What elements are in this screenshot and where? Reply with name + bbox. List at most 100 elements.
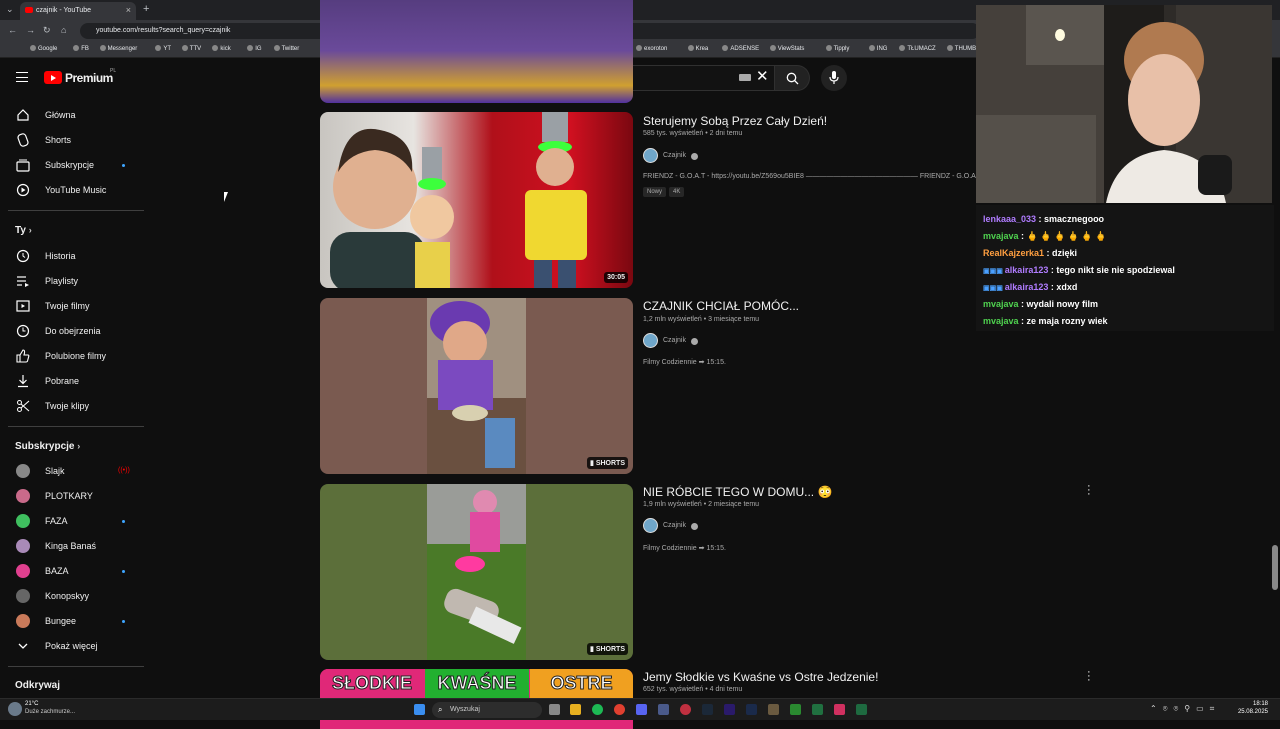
keyboard-icon[interactable] [739, 74, 751, 81]
excel-icon[interactable] [812, 704, 823, 715]
bookmark-item[interactable]: kick [212, 45, 231, 52]
home-icon[interactable]: ⌂ [61, 25, 66, 35]
video-thumbnail[interactable]: 30:05 [320, 112, 633, 288]
subscriptions-heading[interactable]: Subskrypcje › [15, 441, 80, 452]
sidebar-subscription-item[interactable]: FAZA [0, 509, 140, 533]
new-tab-icon[interactable]: + [143, 3, 149, 15]
photoshop-icon[interactable] [746, 704, 757, 715]
sidebar-item-youtube-music[interactable]: YouTube Music [0, 178, 140, 202]
system-tray-icons[interactable]: ⌃⌾⌾⚲▭⌗ [1150, 704, 1220, 714]
bookmark-item[interactable]: Krea [687, 45, 708, 52]
menu-icon[interactable] [16, 72, 28, 82]
bookmark-item[interactable]: TŁUMACZ [899, 45, 936, 52]
search-button[interactable] [775, 65, 810, 91]
video-thumbnail[interactable]: ▮ SHORTS [320, 484, 633, 660]
channel-avatar [16, 589, 30, 603]
chat-username: mvajava [983, 316, 1019, 326]
sidebar-subscription-item[interactable]: BAZA [0, 559, 140, 583]
bookmark-item[interactable]: exoroton [636, 45, 667, 52]
file-explorer-icon[interactable] [570, 704, 581, 715]
bookmark-item[interactable]: TTV [181, 45, 201, 52]
chat-badges-icon: ▣▣▣ [983, 268, 1005, 275]
sidebar-item-watch-later[interactable]: Do obejrzenia [0, 319, 140, 343]
task-view-icon[interactable] [549, 704, 560, 715]
video-title[interactable]: Sterujemy Sobą Przez Cały Dzień! [643, 114, 827, 128]
video-duration: 30:05 [604, 272, 628, 283]
video-title[interactable]: Jemy Słodkie vs Kwaśne vs Ostre Jedzenie… [643, 670, 878, 684]
app-icon[interactable] [834, 704, 845, 715]
video-thumbnail[interactable]: ▮ SHORTS [320, 298, 633, 474]
channel-name[interactable]: Czajnik [663, 152, 686, 159]
bookmark-item[interactable]: Google [30, 45, 57, 52]
bookmark-item[interactable]: Twitter [273, 45, 299, 52]
sidebar-subscription-item[interactable]: Konopskyy [0, 584, 140, 608]
bookmark-item[interactable]: Tipply [825, 45, 849, 52]
app-icon[interactable] [658, 704, 669, 715]
youtube-logo-icon[interactable] [44, 71, 62, 84]
bookmark-item[interactable]: YT [155, 45, 171, 52]
spotify-icon[interactable] [592, 704, 603, 715]
taskbar-search[interactable]: ⌕ Wyszukaj [432, 702, 542, 718]
back-icon[interactable]: ← [8, 25, 17, 35]
weather-temp[interactable]: 21°C [25, 701, 38, 707]
bookmark-item[interactable]: Messenger [99, 45, 137, 52]
app-icon[interactable] [768, 704, 779, 715]
premiere-icon[interactable] [724, 704, 735, 715]
clock-date[interactable]: 25.08.2025 [1228, 709, 1268, 715]
more-options-icon[interactable]: · · · [1087, 481, 1091, 500]
logo-text[interactable]: Premium [65, 71, 113, 85]
you-heading-text: Ty [15, 225, 26, 236]
windows-start-icon[interactable] [414, 704, 425, 715]
sidebar-item-your-videos[interactable]: Twoje filmy [0, 294, 140, 318]
chevron-right-icon: › [28, 225, 32, 235]
chrome-icon[interactable] [614, 704, 625, 715]
sidebar-item-subscriptions[interactable]: Subskrypcje [0, 153, 140, 177]
sidebar-item-shorts[interactable]: Shorts [0, 128, 140, 152]
close-tab-icon[interactable]: × [126, 5, 131, 15]
clock-time[interactable]: 18:18 [1228, 701, 1268, 707]
sidebar-subscription-item[interactable]: Bungee [0, 609, 140, 633]
channel-name[interactable]: Czajnik [663, 522, 686, 529]
you-section-heading[interactable]: Ty › [15, 225, 32, 236]
show-more-button[interactable]: Pokaż więcej [0, 634, 140, 658]
channel-avatar[interactable] [643, 148, 658, 163]
sidebar-subscription-item[interactable]: Slajk ((•)) [0, 459, 140, 483]
sidebar-item-your-clips[interactable]: Twoje klipy [0, 394, 140, 418]
bookmark-item[interactable]: ING [868, 45, 887, 52]
browser-tab[interactable]: czajnik - YouTube × [20, 2, 136, 20]
sidebar-item-liked-videos[interactable]: Polubione filmy [0, 344, 140, 368]
bookmark-item[interactable]: IG [247, 45, 262, 52]
sidebar-subscription-item[interactable]: Kinga Banaś [0, 534, 140, 558]
app-icon[interactable] [856, 704, 867, 715]
video-title[interactable]: NIE RÓBCIE TEGO W DOMU... 😳 [643, 485, 832, 499]
sidebar-item-downloads[interactable]: Pobrane [0, 369, 140, 393]
channel-name[interactable]: Czajnik [663, 337, 686, 344]
page-scrollbar[interactable] [1272, 545, 1278, 590]
discord-icon[interactable] [636, 704, 647, 715]
voice-search-button[interactable] [821, 65, 847, 91]
weather-desc[interactable]: Duże zachmurze... [25, 709, 75, 715]
bookmark-item[interactable]: ViewStats [769, 45, 804, 52]
chat-username: lenkaaa_033 [983, 214, 1037, 224]
sidebar-item-home[interactable]: Główna [0, 103, 140, 127]
reload-icon[interactable]: ↻ [43, 25, 51, 36]
sidebar-item-playlists[interactable]: Playlisty [0, 269, 140, 293]
channel-avatar[interactable] [643, 518, 658, 533]
minecraft-icon[interactable] [790, 704, 801, 715]
bookmark-item[interactable]: FB [73, 45, 89, 52]
video-title[interactable]: CZAJNIK CHCIAŁ POMÓC... [643, 299, 799, 313]
previous-result-thumbnail[interactable] [320, 0, 633, 103]
channel-avatar[interactable] [643, 333, 658, 348]
more-options-icon[interactable]: · · · [1087, 667, 1091, 686]
forward-icon[interactable]: → [26, 25, 35, 35]
sidebar-item-label: Playlisty [45, 276, 79, 286]
sidebar-item-history[interactable]: Historia [0, 244, 140, 268]
bookmark-item[interactable]: ADSENSE [722, 45, 759, 52]
chat-text: wydali nowy film [1026, 299, 1099, 309]
tab-list-icon[interactable]: ⌄ [6, 4, 14, 15]
obs-icon[interactable] [680, 704, 691, 715]
clear-search-icon[interactable]: ✕ [756, 69, 769, 84]
subscription-name: PLOTKARY [45, 491, 93, 501]
steam-icon[interactable] [702, 704, 713, 715]
sidebar-subscription-item[interactable]: PLOTKARY [0, 484, 140, 508]
